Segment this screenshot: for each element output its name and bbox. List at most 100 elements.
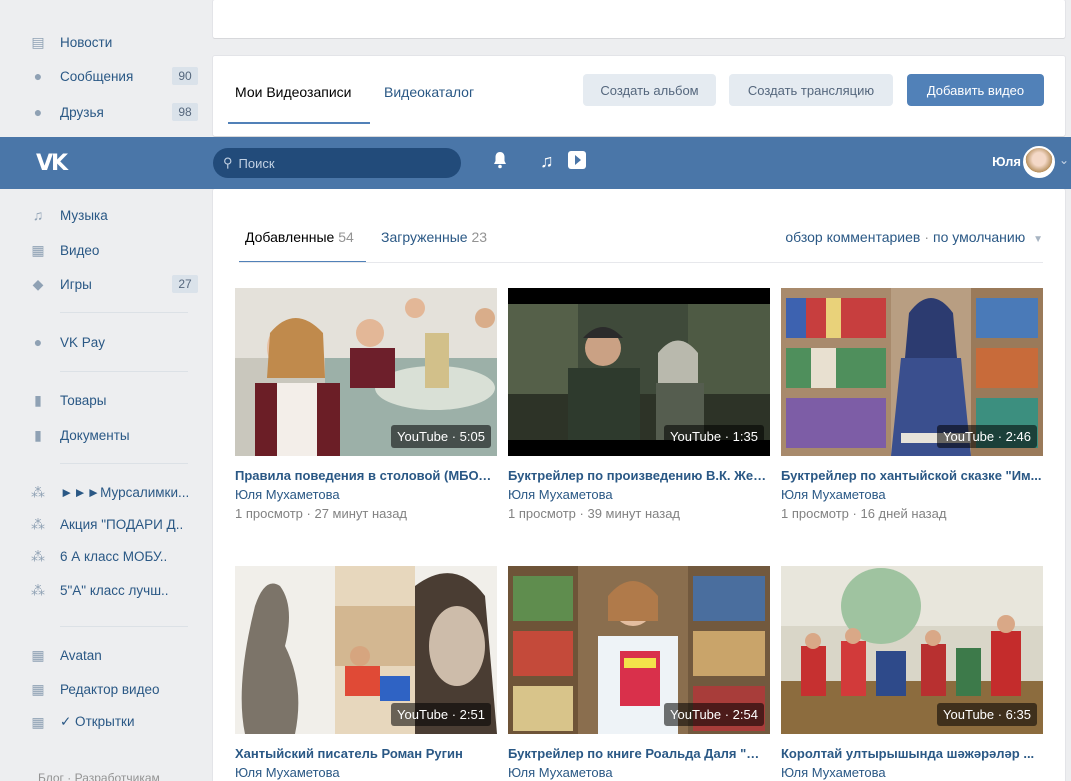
- sidebar-item-app-video-editor[interactable]: ▦ Редактор видео: [30, 676, 198, 702]
- music-icon: ♫: [32, 207, 44, 223]
- user-name[interactable]: Юля: [992, 154, 1021, 169]
- duration-badge: YouTube · 1:35: [664, 425, 764, 448]
- subtabs-divider: [239, 262, 1043, 263]
- top-card: [213, 0, 1065, 38]
- sidebar-item-vkpay[interactable]: ● VK Pay: [30, 329, 198, 355]
- sidebar-item-goods[interactable]: ▮ Товары: [30, 387, 198, 413]
- duration-badge: YouTube · 2:51: [391, 703, 491, 726]
- sidebar-item-friends[interactable]: ● Друзья 98: [30, 99, 198, 125]
- news-icon: ▤: [31, 33, 45, 50]
- video-thumbnail[interactable]: YouTube · 5:05: [235, 288, 497, 456]
- video-author[interactable]: Юля Мухаметова: [781, 765, 1043, 780]
- left-sidebar: ▤ Новости ● Сообщения 90 ● Друзья 98 ♫ М…: [0, 0, 200, 781]
- duration-badge: YouTube · 6:35: [937, 703, 1037, 726]
- sidebar-item-group[interactable]: ⁂ 6 А класс МОБУ..: [30, 543, 198, 569]
- video-thumbnail[interactable]: YouTube · 1:35: [508, 288, 770, 456]
- friends-icon: ●: [33, 104, 43, 120]
- duration-badge: YouTube · 2:54: [664, 703, 764, 726]
- video-title[interactable]: Королтай ултырышында шәжәрәләр ...: [781, 746, 1043, 761]
- comments-review-link[interactable]: обзор комментариев: [785, 229, 920, 245]
- video-author[interactable]: Юля Мухаметова: [781, 487, 1043, 502]
- search-icon: ⚲: [223, 155, 233, 170]
- duration-badge: YouTube · 5:05: [391, 425, 491, 448]
- app-icon: ▦: [31, 713, 45, 730]
- sidebar-item-messages[interactable]: ● Сообщения 90: [30, 63, 198, 89]
- video-title[interactable]: Буктрейлер по книге Роальда Даля "Ма...: [508, 746, 770, 761]
- music-player-icon[interactable]: ♫: [540, 151, 554, 172]
- video-author[interactable]: Юля Мухаметова: [235, 765, 497, 780]
- search-placeholder: Поиск: [238, 155, 275, 171]
- games-icon: ◆: [32, 275, 44, 292]
- video-card[interactable]: YouTube · 2:46 Буктрейлер по хантыйской …: [781, 288, 1043, 521]
- video-author[interactable]: Юля Мухаметова: [235, 487, 497, 502]
- video-title[interactable]: Хантыйский писатель Роман Ругин: [235, 746, 497, 761]
- sort-controls: обзор комментариев · по умолчанию ▼: [785, 229, 1043, 245]
- sort-dropdown[interactable]: по умолчанию: [933, 229, 1025, 245]
- top-header: VK ⚲ Поиск ♫ Юля ⌄: [0, 137, 1071, 189]
- tab-my-videos[interactable]: Мои Видеозаписи: [235, 84, 351, 100]
- goods-icon: ▮: [34, 391, 42, 408]
- sidebar-item-group[interactable]: ⁂ Акция "ПОДАРИ Д..: [30, 511, 198, 537]
- video-thumbnail[interactable]: YouTube · 2:54: [508, 566, 770, 734]
- video-meta: 1 просмотр · 27 минут назад: [235, 506, 408, 521]
- video-card[interactable]: YouTube · 2:54 Буктрейлер по книге Роаль…: [508, 566, 770, 781]
- friends-count-badge: 98: [172, 103, 198, 121]
- duration-badge: YouTube · 2:46: [937, 425, 1037, 448]
- sidebar-divider: [60, 626, 188, 627]
- sidebar-divider: [60, 371, 188, 372]
- video-meta: 1 просмотр · 39 минут назад: [508, 506, 681, 521]
- video-meta: 1 просмотр · 16 дней назад: [781, 506, 947, 521]
- tab-video-catalog[interactable]: Видеокаталог: [384, 84, 474, 100]
- video-icon: ▦: [31, 241, 45, 258]
- video-card[interactable]: YouTube · 1:35 Буктрейлер по произведени…: [508, 288, 770, 521]
- add-video-button[interactable]: Добавить видео: [907, 74, 1044, 106]
- video-title[interactable]: Правила поведения в столовой (МБОУ ...: [235, 468, 497, 483]
- sidebar-item-games[interactable]: ◆ Игры 27: [30, 271, 198, 297]
- group-icon: ⁂: [31, 483, 45, 500]
- search-input[interactable]: ⚲ Поиск: [213, 148, 461, 178]
- vkpay-icon: ●: [33, 334, 43, 350]
- video-tabs-card: Мои Видеозаписи Видеокаталог Создать аль…: [213, 56, 1065, 136]
- documents-icon: ▮: [34, 426, 42, 443]
- sidebar-item-video[interactable]: ▦ Видео: [30, 237, 198, 263]
- active-tab-underline: [228, 122, 370, 124]
- sidebar-divider: [60, 463, 188, 464]
- messages-icon: ●: [33, 68, 43, 84]
- bell-icon[interactable]: [493, 151, 507, 174]
- video-title[interactable]: Буктрейлер по хантыйской сказке "Им...: [781, 468, 1043, 483]
- tab-added[interactable]: Добавленные 54: [245, 229, 354, 245]
- video-thumbnail[interactable]: YouTube · 2:51: [235, 566, 497, 734]
- vk-logo[interactable]: VK: [36, 151, 68, 176]
- sidebar-footer-links[interactable]: Блог · Разработчикам: [38, 771, 160, 781]
- chevron-down-icon[interactable]: ⌄: [1059, 153, 1069, 167]
- group-icon: ⁂: [31, 515, 45, 532]
- sidebar-item-group[interactable]: ⁂ ►►►Мурсалимки...: [30, 479, 198, 505]
- sidebar-item-news[interactable]: ▤ Новости: [30, 29, 198, 55]
- video-card[interactable]: YouTube · 5:05 Правила поведения в столо…: [235, 288, 497, 521]
- messages-count-badge: 90: [172, 67, 198, 85]
- sidebar-item-music[interactable]: ♫ Музыка: [30, 202, 198, 228]
- games-count-badge: 27: [172, 275, 198, 293]
- sidebar-item-app-cards[interactable]: ▦ ✓ Открытки: [30, 709, 198, 735]
- video-author[interactable]: Юля Мухаметова: [508, 487, 770, 502]
- play-icon[interactable]: [567, 150, 587, 175]
- video-card[interactable]: YouTube · 2:51 Хантыйский писатель Роман…: [235, 566, 497, 781]
- video-title[interactable]: Буктрейлер по произведению В.К. Жел...: [508, 468, 770, 483]
- group-icon: ⁂: [31, 581, 45, 598]
- app-icon: ▦: [31, 680, 45, 697]
- tab-uploaded[interactable]: Загруженные 23: [381, 229, 487, 245]
- create-album-button[interactable]: Создать альбом: [583, 74, 716, 106]
- avatar[interactable]: [1023, 146, 1055, 178]
- video-thumbnail[interactable]: YouTube · 2:46: [781, 288, 1043, 456]
- sidebar-divider: [60, 312, 188, 313]
- sidebar-item-app-avatan[interactable]: ▦ Avatan: [30, 642, 198, 668]
- video-card[interactable]: YouTube · 6:35 Королтай ултырышында шәжә…: [781, 566, 1043, 781]
- sidebar-item-group[interactable]: ⁂ 5"А" класс лучш..: [30, 577, 198, 603]
- dropdown-arrow-icon: ▼: [1033, 234, 1043, 245]
- app-icon: ▦: [31, 646, 45, 663]
- sidebar-item-documents[interactable]: ▮ Документы: [30, 422, 198, 448]
- group-icon: ⁂: [31, 547, 45, 564]
- video-thumbnail[interactable]: YouTube · 6:35: [781, 566, 1043, 734]
- create-stream-button[interactable]: Создать трансляцию: [729, 74, 893, 106]
- video-author[interactable]: Юля Мухаметова: [508, 765, 770, 780]
